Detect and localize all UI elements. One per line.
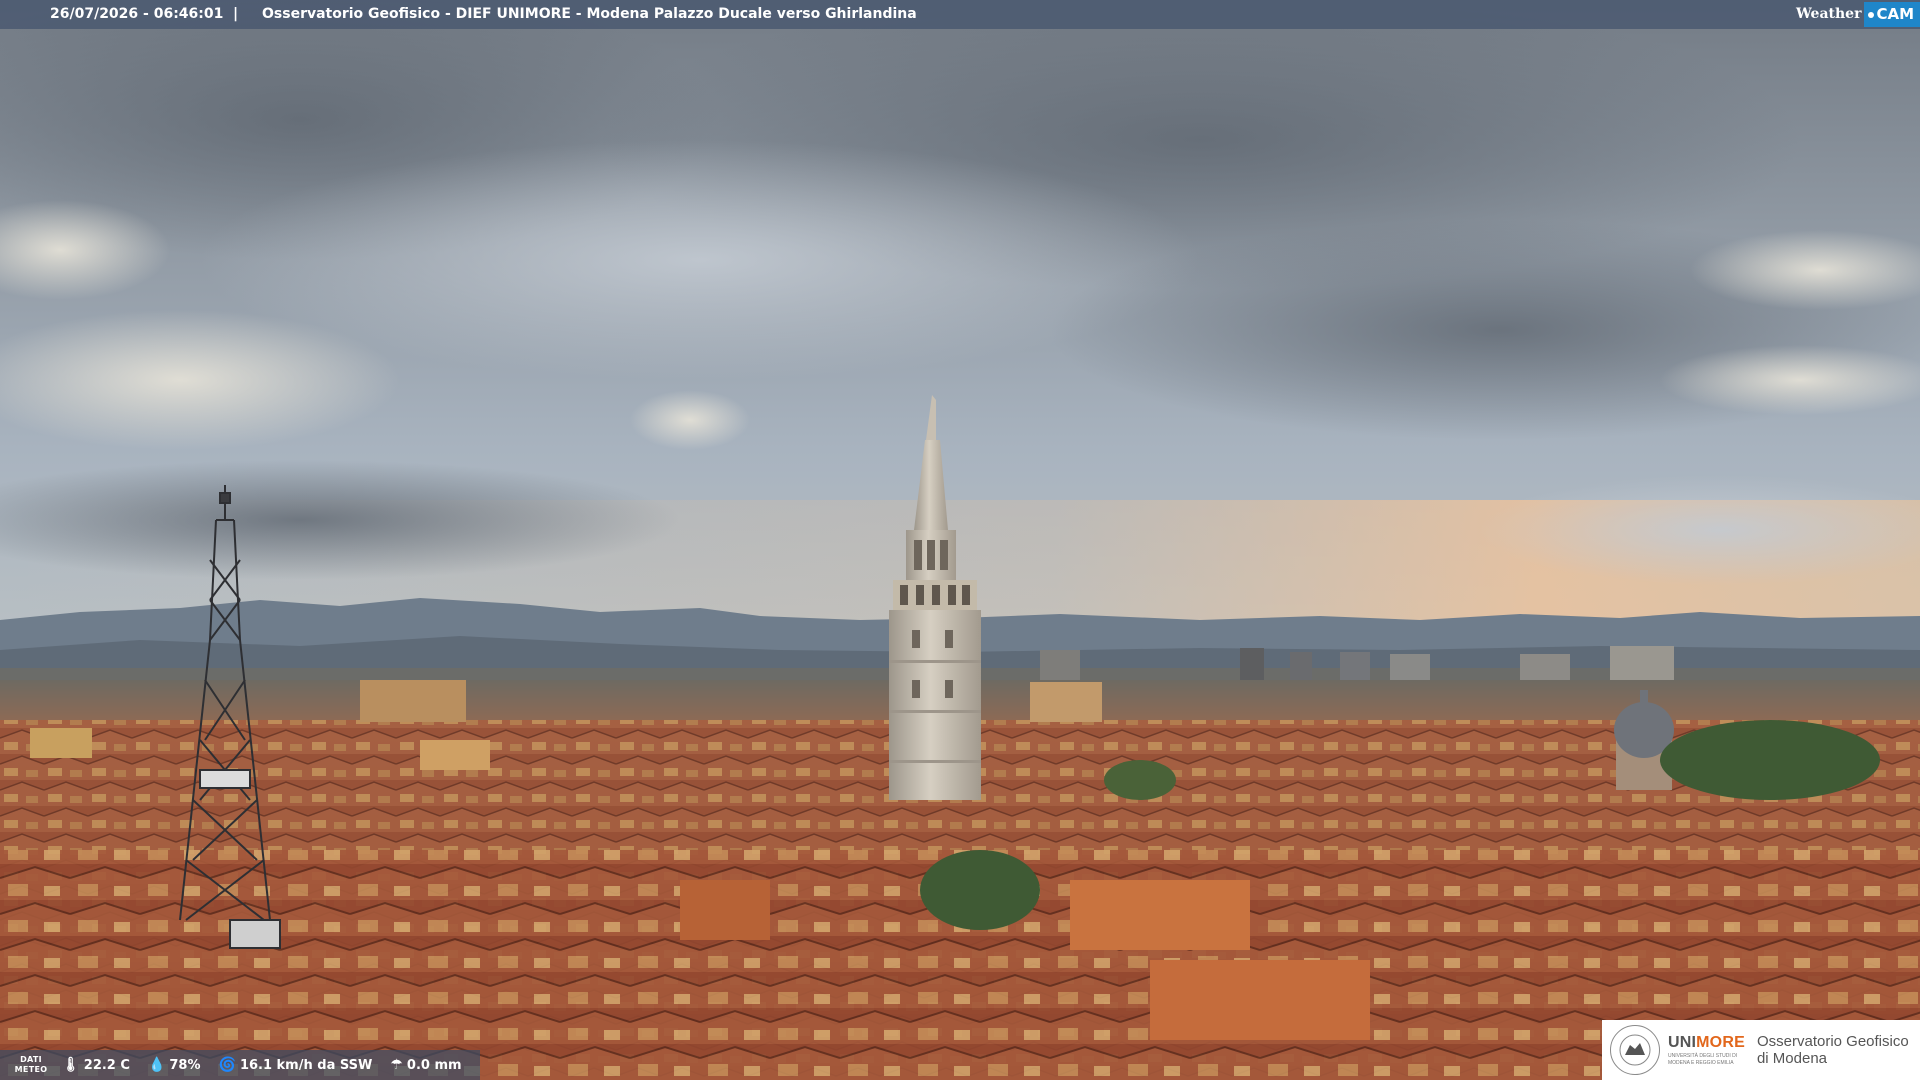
- brand-dot-icon: [1868, 11, 1875, 18]
- city-panorama: [0, 0, 1920, 1080]
- wind-icon: 🌀: [218, 1057, 236, 1073]
- timestamp: 26/07/2026 - 06:46:01: [50, 6, 224, 22]
- weather-label-line2: METEO: [14, 1065, 48, 1074]
- weather-data-strip: DATI METEO 🌡 22.2 C 💧 78% 🌀 16.1 km/h da…: [0, 1050, 480, 1080]
- separator: |: [233, 6, 239, 22]
- wind-value: 16.1 km/h da SSW: [239, 1057, 373, 1073]
- thermometer-icon: 🌡: [62, 1057, 80, 1073]
- camera-title: Osservatorio Geofisico - DIEF UNIMORE - …: [262, 6, 917, 22]
- humidity-reading: 💧 78%: [148, 1057, 201, 1073]
- wind-reading: 🌀 16.1 km/h da SSW: [219, 1057, 373, 1073]
- webcam-view: 26/07/2026 - 06:46:01 | Osservatorio Geo…: [0, 0, 1920, 1080]
- brand-weather: Weather: [1795, 6, 1862, 22]
- rain-reading: ☂ 0.0 mm: [390, 1057, 461, 1073]
- humidity-drop-icon: 💧: [147, 1057, 166, 1073]
- observatory-line1: Osservatorio Geofisico: [1756, 1033, 1909, 1050]
- uni-suffix: MORE: [1696, 1034, 1745, 1051]
- brand-cam-text: CAM: [1876, 5, 1914, 23]
- webcam-header-bar: 26/07/2026 - 06:46:01 | Osservatorio Geo…: [0, 0, 1920, 29]
- brand-cam: CAM: [1864, 2, 1920, 27]
- observatory-line2: di Modena: [1756, 1050, 1828, 1067]
- uni-small-2: MODENA E REGGIO EMILIA: [1668, 1060, 1734, 1066]
- rain-value: 0.0 mm: [406, 1057, 462, 1073]
- rain-icon: ☂: [390, 1057, 403, 1073]
- uni-small-1: UNIVERSITÀ DEGLI STUDI DI: [1668, 1053, 1738, 1059]
- weathercam-logo: Weather CAM: [1796, 0, 1920, 29]
- humidity-value: 78%: [169, 1057, 201, 1073]
- unimore-name: UNIMORE UNIVERSITÀ DEGLI STUDI DI MODENA…: [1668, 1034, 1745, 1066]
- observatory-name: Osservatorio Geofisico di Modena: [1757, 1033, 1909, 1067]
- temperature-reading: 🌡 22.2 C: [62, 1057, 130, 1073]
- university-seal-icon: [1610, 1025, 1660, 1075]
- temperature-value: 22.2 C: [83, 1057, 130, 1073]
- weather-label-line1: DATI: [20, 1055, 42, 1064]
- uni-prefix: UNI: [1668, 1034, 1697, 1051]
- unimore-observatory-logo: UNIMORE UNIVERSITÀ DEGLI STUDI DI MODENA…: [1602, 1020, 1920, 1080]
- weather-label: DATI METEO: [0, 1055, 62, 1075]
